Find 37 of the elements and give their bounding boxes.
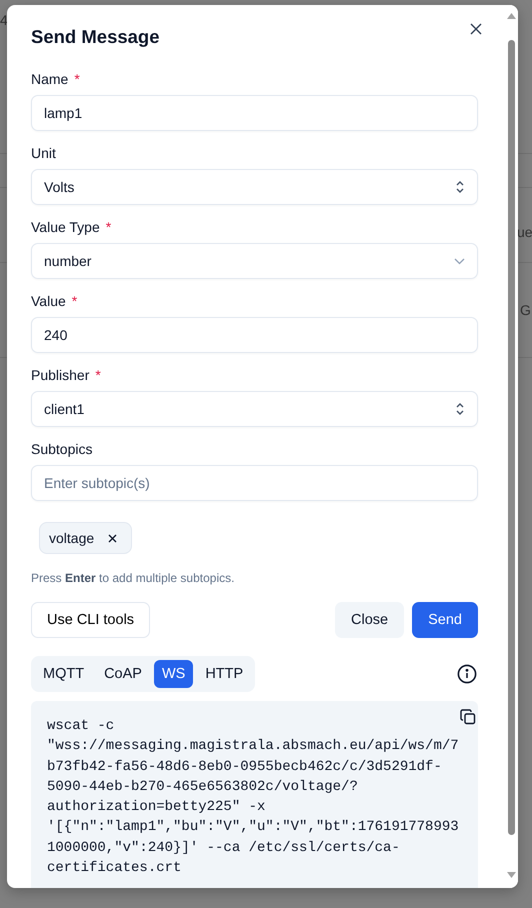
select-field[interactable]: client1 [31,391,478,427]
select-field[interactable]: Volts [31,169,478,205]
required-mark: * [72,292,78,311]
text-field[interactable]: lamp1 [31,95,478,131]
chevron-up-down-icon [455,402,465,416]
close-button[interactable]: Close [335,602,404,638]
info-icon[interactable] [457,664,477,684]
close-icon[interactable] [108,534,118,542]
hint-text: Press Enter to add multiple subtopics. [31,570,236,586]
background-text: ue [517,224,532,240]
protocol-tab[interactable]: MQTT [35,660,92,688]
field-label: Publisher [31,366,90,385]
chevron-down-icon [454,258,465,264]
dropdown-field[interactable]: number [31,243,478,279]
field-label: Name [31,70,68,89]
protocol-tab[interactable]: CoAP [96,660,150,688]
field-label: Value [31,292,66,311]
text-field[interactable]: 240 [31,317,478,353]
dialog-title: Send Message [31,25,160,49]
background-text: 4 [0,12,8,28]
cli-tools-button[interactable]: Use CLI tools [31,602,150,638]
field-label: Unit [31,144,56,163]
background-text: G [520,302,531,318]
text-field[interactable]: Enter subtopic(s) [31,465,478,501]
protocol-tab[interactable]: HTTP [197,660,252,688]
required-mark: * [74,70,80,89]
send-button[interactable]: Send [412,602,478,638]
required-mark: * [95,366,101,385]
copy-icon[interactable] [460,709,476,725]
chevron-up-down-icon [455,180,465,194]
protocol-tab[interactable]: WS [154,660,194,688]
field-label: Value Type [31,218,100,237]
subtopic-chip: voltage [39,522,132,554]
field-label: Subtopics [31,440,92,459]
required-mark: * [106,218,112,237]
command-text: wscat -c "wss://messaging.magistrala.absmach.eu/api/ws/m/7b73fb42-fa56-48d6-8eb0-0955becb462c/c/3d5291df-5090-44eb-b270-465e6563802c/voltage/?authorization=betty225" -x '[{"n":"lamp1","bu":"V","u":"V","bt":1761917789931000000,"v":240}]' --ca /etc/ssl/certs/ca-certificates.crt [47,717,460,878]
close-icon[interactable] [469,22,483,36]
